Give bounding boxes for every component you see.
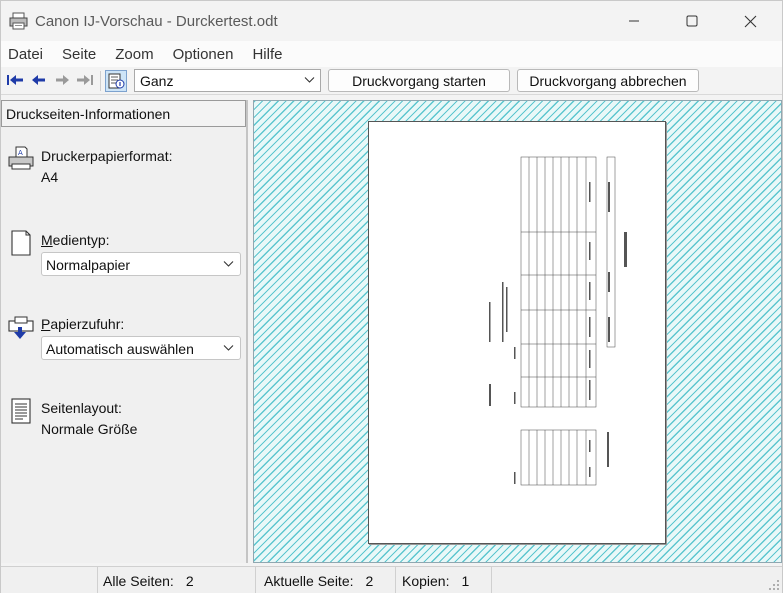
- paper-format-label: Druckerpapierformat:: [41, 148, 173, 164]
- media-type-select[interactable]: Normalpapier: [41, 252, 241, 276]
- media-type-label-rest: edientyp:: [52, 232, 110, 248]
- media-type-page-icon: [11, 230, 31, 256]
- page-layout-icon: [11, 398, 31, 424]
- copies-label: Kopien:: [402, 573, 450, 589]
- zoom-select[interactable]: Ganz: [134, 69, 321, 92]
- status-bar: Alle Seiten: 2 Aktuelle Seite: 2 Kopien: 1: [1, 566, 782, 593]
- printer-app-icon: [9, 12, 28, 30]
- paper-source-label: Papierzufuhr:: [41, 316, 124, 332]
- first-page-icon[interactable]: [6, 73, 24, 87]
- paper-format-printer-icon: A: [8, 146, 34, 170]
- menu-datei[interactable]: Datei: [8, 46, 43, 63]
- preview-page: [368, 121, 666, 544]
- current-page-label: Aktuelle Seite:: [264, 573, 354, 589]
- svg-text:A: A: [18, 149, 23, 157]
- menu-bar: Datei Seite Zoom Optionen Hilfe: [1, 41, 782, 67]
- media-type-select-value: Normalpapier: [46, 257, 131, 273]
- zoom-select-value: Ganz: [140, 73, 174, 89]
- page-thumbnail: [489, 156, 627, 486]
- chevron-down-icon: [223, 345, 234, 351]
- status-empty-cell: [1, 567, 98, 593]
- menu-seite[interactable]: Seite: [62, 46, 96, 63]
- previous-page-icon[interactable]: [30, 73, 48, 87]
- menu-zoom[interactable]: Zoom: [115, 46, 153, 63]
- toolbar-separator: [100, 71, 101, 91]
- chevron-down-icon: [304, 77, 315, 83]
- paper-source-label-rest: apierzufuhr:: [50, 316, 125, 332]
- paper-source-tray-icon: [8, 316, 34, 339]
- paper-format-value: A4: [41, 169, 59, 185]
- status-all-pages: Alle Seiten: 2: [103, 567, 256, 593]
- page-layout-label: Seitenlayout:: [41, 400, 122, 416]
- close-icon: [744, 15, 756, 27]
- maximize-button[interactable]: [669, 1, 715, 41]
- print-info-toggle-button[interactable]: [105, 70, 127, 92]
- all-pages-label: Alle Seiten:: [103, 573, 174, 589]
- menu-optionen[interactable]: Optionen: [173, 46, 234, 63]
- resize-grip-icon[interactable]: [768, 579, 780, 591]
- current-page-value: 2: [365, 573, 374, 589]
- print-info-panel: Druckseiten-Informationen A Druckerpapie…: [1, 100, 248, 563]
- status-copies: Kopien: 1: [402, 567, 492, 593]
- copies-value: 1: [461, 573, 470, 589]
- last-page-icon[interactable]: [76, 73, 94, 87]
- page-layout-value: Normale Größe: [41, 421, 138, 437]
- panel-header: Druckseiten-Informationen: [1, 100, 246, 127]
- abort-print-button[interactable]: Druckvorgang abbrechen: [517, 69, 699, 92]
- window-title: Canon IJ-Vorschau - Durckertest.odt: [35, 13, 278, 30]
- status-current-page: Aktuelle Seite: 2: [264, 567, 396, 593]
- media-type-label: Medientyp:: [41, 232, 110, 248]
- close-button[interactable]: [727, 1, 773, 41]
- paper-source-select-value: Automatisch auswählen: [46, 341, 194, 357]
- next-page-icon[interactable]: [53, 73, 71, 87]
- print-info-icon: [108, 73, 125, 89]
- preview-area[interactable]: [253, 100, 782, 563]
- chevron-down-icon: [223, 261, 234, 267]
- toolbar: Ganz Druckvorgang starten Druckvorgang a…: [1, 67, 782, 95]
- app-window: Canon IJ-Vorschau - Durckertest.odt Date…: [0, 0, 783, 593]
- all-pages-value: 2: [185, 573, 194, 589]
- menu-hilfe[interactable]: Hilfe: [252, 46, 282, 63]
- maximize-icon: [686, 15, 698, 27]
- paper-source-label-accel: P: [41, 316, 51, 332]
- start-print-button[interactable]: Druckvorgang starten: [328, 69, 510, 92]
- minimize-button[interactable]: [611, 1, 657, 41]
- paper-source-select[interactable]: Automatisch auswählen: [41, 336, 241, 360]
- title-bar: Canon IJ-Vorschau - Durckertest.odt: [1, 1, 782, 41]
- minimize-icon: [629, 20, 639, 22]
- media-type-label-accel: M: [41, 232, 53, 248]
